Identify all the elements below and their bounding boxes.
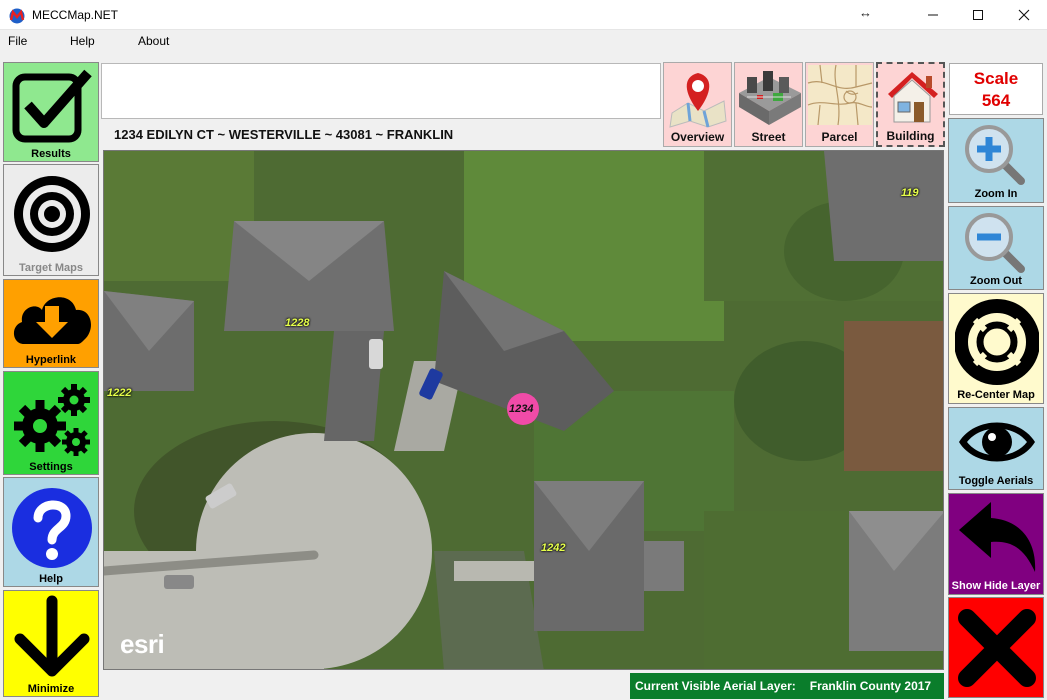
zoom-out-icon — [965, 213, 1025, 273]
help-label: Help — [39, 573, 63, 585]
parcel-label-1234: 1234 — [509, 403, 534, 415]
zoom-in-button[interactable]: Zoom In — [948, 118, 1044, 203]
minimize-window-button[interactable] — [910, 0, 956, 30]
toggle-aerials-button[interactable]: Toggle Aerials — [948, 407, 1044, 490]
help-button[interactable]: Help — [3, 477, 99, 587]
parcel-label-119: 119 — [901, 187, 919, 199]
question-icon — [12, 488, 92, 568]
minimize-label: Minimize — [27, 683, 75, 695]
toggle-aerials-label: Toggle Aerials — [958, 475, 1034, 487]
settings-button[interactable]: Settings — [3, 371, 99, 475]
street-icon — [739, 71, 801, 125]
show-hide-layer-label: Show Hide Layer — [951, 580, 1041, 592]
scale-display: Scale 564 — [949, 63, 1043, 115]
map-pin-icon — [669, 73, 727, 128]
exit-button[interactable] — [948, 597, 1044, 698]
address-label: 1234 EDILYN CT ~ WESTERVILLE ~ 43081 ~ F… — [114, 127, 454, 142]
aerial-map[interactable]: 1228 1222 1234 1242 119 esri — [103, 150, 944, 670]
target-icon — [14, 176, 90, 252]
minimize-icon — [928, 14, 938, 16]
eye-icon — [959, 422, 1035, 462]
menu-about[interactable]: About — [138, 34, 169, 48]
aerial-layer-value: Franklin County 2017 — [809, 679, 932, 693]
hyperlink-button[interactable]: Hyperlink — [3, 279, 99, 368]
results-label: Results — [31, 148, 71, 160]
street-label: Street — [751, 130, 786, 144]
menu-bar: File Help About — [0, 30, 1047, 52]
window-title: MECCMap.NET — [32, 8, 119, 22]
zoom-out-label: Zoom Out — [970, 275, 1022, 287]
lifebuoy-icon — [955, 299, 1039, 385]
close-icon — [1018, 9, 1030, 21]
re-center-map-button[interactable]: Re-Center Map — [948, 293, 1044, 404]
status-bar: Current Visible Aerial Layer: Franklin C… — [630, 673, 944, 699]
app-window: MECCMap.NET ↔ File Help About Results Ta… — [0, 0, 1047, 700]
parcel-label-1222: 1222 — [107, 387, 132, 399]
cloud-download-icon — [13, 297, 91, 344]
checkmark-icon — [12, 69, 92, 143]
close-x-icon — [958, 609, 1036, 687]
building-label: Building — [886, 129, 935, 143]
target-maps-label: Target Maps — [19, 262, 83, 274]
settings-label: Settings — [29, 461, 73, 473]
zoom-in-icon — [965, 125, 1025, 185]
building-button[interactable]: Building — [876, 62, 945, 147]
esri-logo: esri — [120, 629, 165, 659]
search-input[interactable] — [101, 63, 661, 119]
street-button[interactable]: Street — [734, 62, 803, 147]
parcel-label-1228: 1228 — [285, 317, 310, 329]
target-maps-button[interactable]: Target Maps — [3, 164, 99, 276]
menu-file[interactable]: File — [8, 34, 27, 48]
aerial-layer-label: Current Visible Aerial Layer: — [635, 679, 796, 693]
title-bar: MECCMap.NET ↔ — [0, 0, 1047, 30]
app-logo-icon — [9, 8, 25, 24]
parcel-button[interactable]: Parcel — [805, 62, 874, 147]
gears-icon — [14, 384, 90, 456]
hyperlink-label: Hyperlink — [25, 354, 77, 366]
overview-label: Overview — [670, 130, 725, 144]
scale-label: Scale — [973, 69, 1019, 88]
close-window-button[interactable] — [1001, 0, 1047, 30]
maximize-window-button[interactable] — [955, 0, 1001, 30]
parcel-label-1242: 1242 — [541, 542, 566, 554]
resize-icon[interactable]: ↔ — [859, 5, 872, 20]
re-center-map-label: Re-Center Map — [957, 389, 1035, 401]
zoom-in-label: Zoom In — [974, 188, 1018, 200]
menu-help[interactable]: Help — [70, 34, 95, 48]
parcel-icon — [807, 64, 873, 126]
show-hide-layer-button[interactable]: Show Hide Layer — [948, 493, 1044, 595]
parcel-label: Parcel — [821, 130, 858, 144]
scale-value: 564 — [981, 91, 1011, 110]
zoom-out-button[interactable]: Zoom Out — [948, 206, 1044, 290]
overview-button[interactable]: Overview — [663, 62, 732, 147]
arrow-down-icon — [14, 595, 90, 677]
back-arrow-icon — [959, 502, 1036, 572]
maximize-icon — [973, 10, 983, 20]
results-button[interactable]: Results — [3, 62, 99, 162]
minimize-button[interactable]: Minimize — [3, 590, 99, 697]
house-icon — [888, 72, 938, 123]
